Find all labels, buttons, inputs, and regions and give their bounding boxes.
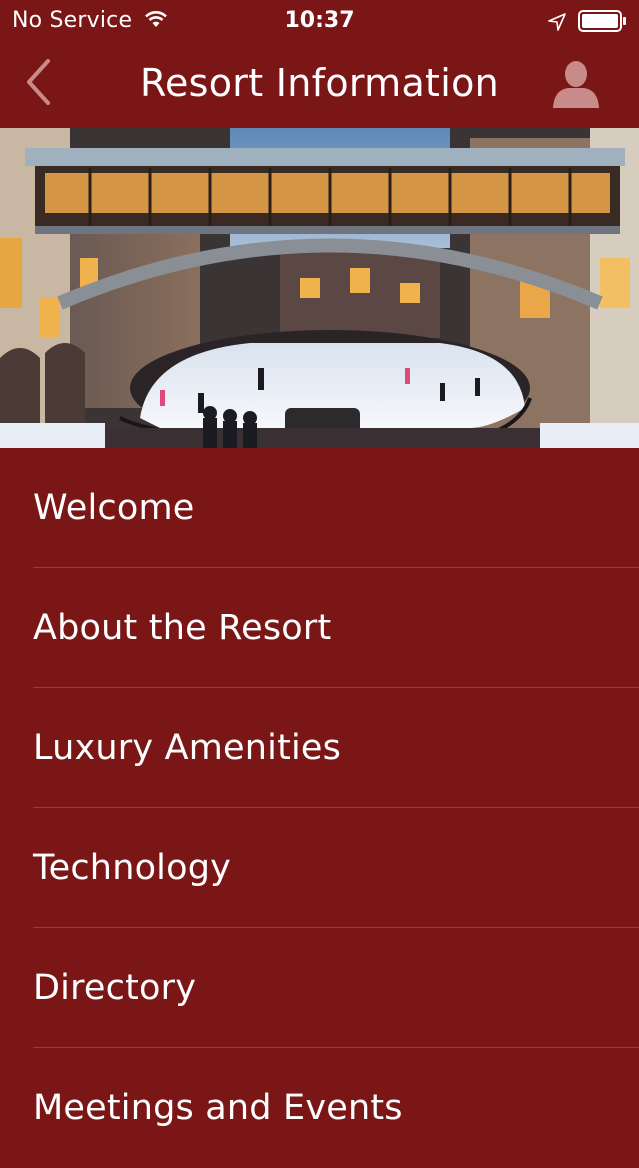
person-icon (553, 61, 599, 108)
menu-item-directory[interactable]: Directory (0, 928, 639, 1048)
location-arrow-icon (548, 13, 566, 31)
resort-menu-list: Welcome About the Resort Luxury Amenitie… (0, 448, 639, 1168)
menu-item-meetings-and-events[interactable]: Meetings and Events (0, 1048, 639, 1168)
status-bar: No Service 10:37 (0, 0, 639, 42)
menu-item-technology[interactable]: Technology (0, 808, 639, 928)
navigation-bar: Resort Information (0, 42, 639, 128)
page-title: Resort Information (139, 61, 500, 105)
battery-icon (578, 10, 626, 32)
menu-item-label: Luxury Amenities (33, 728, 342, 768)
photo-ice-rink (0, 128, 639, 448)
resort-hero-image (0, 128, 639, 448)
menu-item-welcome[interactable]: Welcome (0, 448, 639, 568)
menu-item-label: Meetings and Events (33, 1088, 403, 1128)
menu-item-label: About the Resort (33, 608, 332, 648)
menu-item-label: Directory (33, 968, 197, 1008)
menu-item-luxury-amenities[interactable]: Luxury Amenities (0, 688, 639, 808)
menu-item-label: Technology (33, 848, 232, 888)
menu-item-label: Welcome (33, 488, 195, 528)
profile-button[interactable] (548, 58, 604, 110)
status-time: 10:37 (284, 8, 355, 33)
menu-item-about-the-resort[interactable]: About the Resort (0, 568, 639, 688)
